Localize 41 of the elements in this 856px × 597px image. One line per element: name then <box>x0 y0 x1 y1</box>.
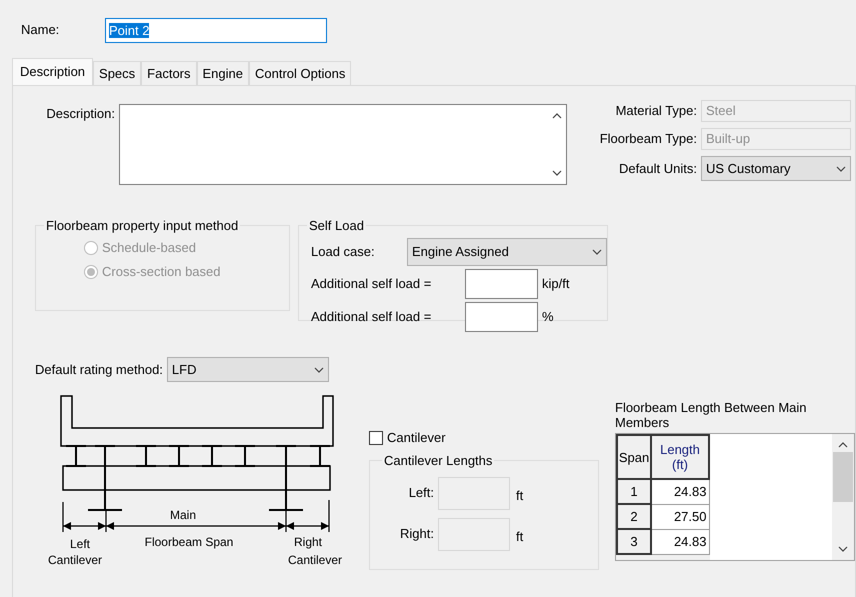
property-field: Steel <box>701 100 851 122</box>
description-label: Description: <box>45 105 116 123</box>
name-field[interactable]: Point 2 <box>105 18 327 42</box>
property-label: Material Type: <box>614 102 698 120</box>
rating-method-select[interactable]: LFD <box>166 357 329 382</box>
tab[interactable]: Specs <box>93 61 142 85</box>
unit-label: % <box>542 308 554 326</box>
cantilever-length-label: Right: <box>399 525 435 544</box>
cantilever-length-label: Left: <box>408 484 435 502</box>
column-header: Span <box>617 435 651 479</box>
property-field: Built-up <box>701 128 851 150</box>
table-cell: 24.83 <box>651 529 709 554</box>
unit-label: ft <box>516 487 524 506</box>
radio-label: Cross-section based <box>102 263 220 282</box>
tab[interactable]: Engine <box>196 61 249 85</box>
table-cell: 24.83 <box>651 479 709 504</box>
table-title: Floorbeam Length Between Main Members <box>615 400 808 430</box>
unit-label: ft <box>516 528 524 546</box>
right-cantilever-label: Cantilever <box>288 553 342 567</box>
selected-text: Point 2 <box>109 22 150 38</box>
units-select[interactable]: US Customary <box>701 156 851 181</box>
rating-method-label: Default rating method: <box>35 360 163 379</box>
self-load-label: Additional self load = <box>311 275 432 294</box>
self-load-label: Additional self load = <box>311 308 432 326</box>
name-label: Name: <box>21 21 60 40</box>
main-label: Main <box>170 508 196 522</box>
property-label: Default Units: <box>618 160 698 178</box>
left-label: Left <box>70 537 90 551</box>
property-label: Floorbeam Type: <box>598 130 698 148</box>
left-cantilever-label: Cantilever <box>48 553 102 567</box>
tab[interactable]: Factors <box>141 61 197 85</box>
load-case-label: Load case: <box>311 243 376 262</box>
load-case-select[interactable]: Engine Assigned <box>407 238 607 266</box>
cantilever-label: Cantilever <box>387 429 446 447</box>
tab[interactable]: Control Options <box>249 61 352 85</box>
span-label: Floorbeam Span <box>144 535 234 549</box>
radio-label: Schedule-based <box>102 239 196 258</box>
table-cell: 27.50 <box>651 504 709 529</box>
tab[interactable]: Description <box>12 58 94 85</box>
right-label: Right <box>294 535 322 549</box>
unit-label: kip/ft <box>542 275 570 294</box>
